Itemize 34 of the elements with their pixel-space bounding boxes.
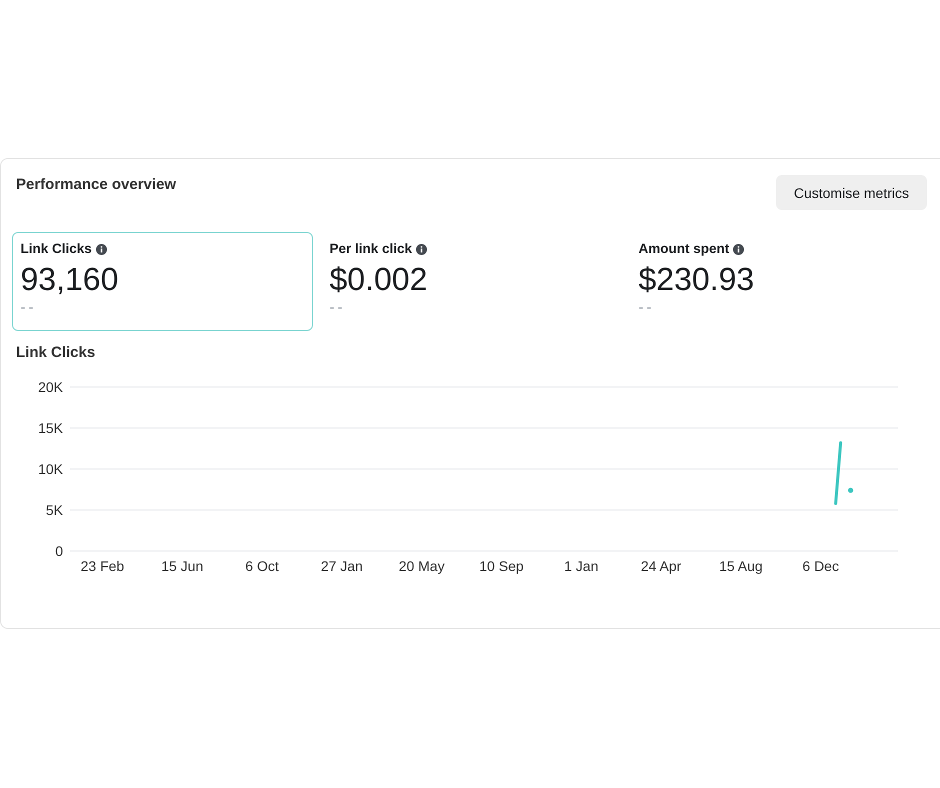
x-tick-label: 6 Oct xyxy=(245,558,279,574)
metric-card[interactable]: Link Clicks 93,160 -- xyxy=(12,232,313,331)
metric-comparison: -- xyxy=(20,300,36,316)
metric-value: $230.93 xyxy=(638,261,754,297)
chart-title: Link Clicks xyxy=(16,344,96,362)
metric-label: Link Clicks xyxy=(20,241,92,257)
metric-card[interactable]: Amount spent $230.93 -- xyxy=(630,232,931,331)
x-tick-label: 27 Jan xyxy=(320,558,363,574)
info-icon[interactable] xyxy=(96,244,107,254)
section-title: Performance overview xyxy=(16,176,176,194)
y-tick-label: 15K xyxy=(38,420,63,436)
info-icon[interactable] xyxy=(416,244,428,254)
info-icon[interactable] xyxy=(733,244,744,254)
metric-value: 93,160 xyxy=(20,261,118,297)
x-tick-label: 24 Apr xyxy=(640,558,682,574)
y-tick-label: 5K xyxy=(46,502,63,518)
x-tick-label: 1 Jan xyxy=(564,558,598,574)
x-tick-label: 23 Feb xyxy=(80,558,124,574)
x-tick-label: 6 Dec xyxy=(802,558,839,574)
y-tick-label: 0 xyxy=(55,543,63,559)
x-tick-label: 15 Aug xyxy=(719,558,763,574)
customise-metrics-button[interactable]: Customise metrics xyxy=(776,175,927,210)
y-tick-label: 10K xyxy=(38,461,63,477)
x-tick-label: 15 Jun xyxy=(161,558,204,574)
metric-label: Per link click xyxy=(330,241,412,257)
x-tick-label: 20 May xyxy=(398,558,445,574)
metric-comparison: -- xyxy=(638,300,654,316)
data-point xyxy=(848,488,854,493)
metric-comparison: -- xyxy=(330,300,346,316)
metric-card[interactable]: Per link click $0.002 -- xyxy=(321,232,622,331)
x-tick-label: 10 Sep xyxy=(479,558,524,574)
metric-value: $0.002 xyxy=(330,261,428,297)
y-tick-label: 20K xyxy=(38,379,63,395)
metric-label: Amount spent xyxy=(638,241,730,257)
